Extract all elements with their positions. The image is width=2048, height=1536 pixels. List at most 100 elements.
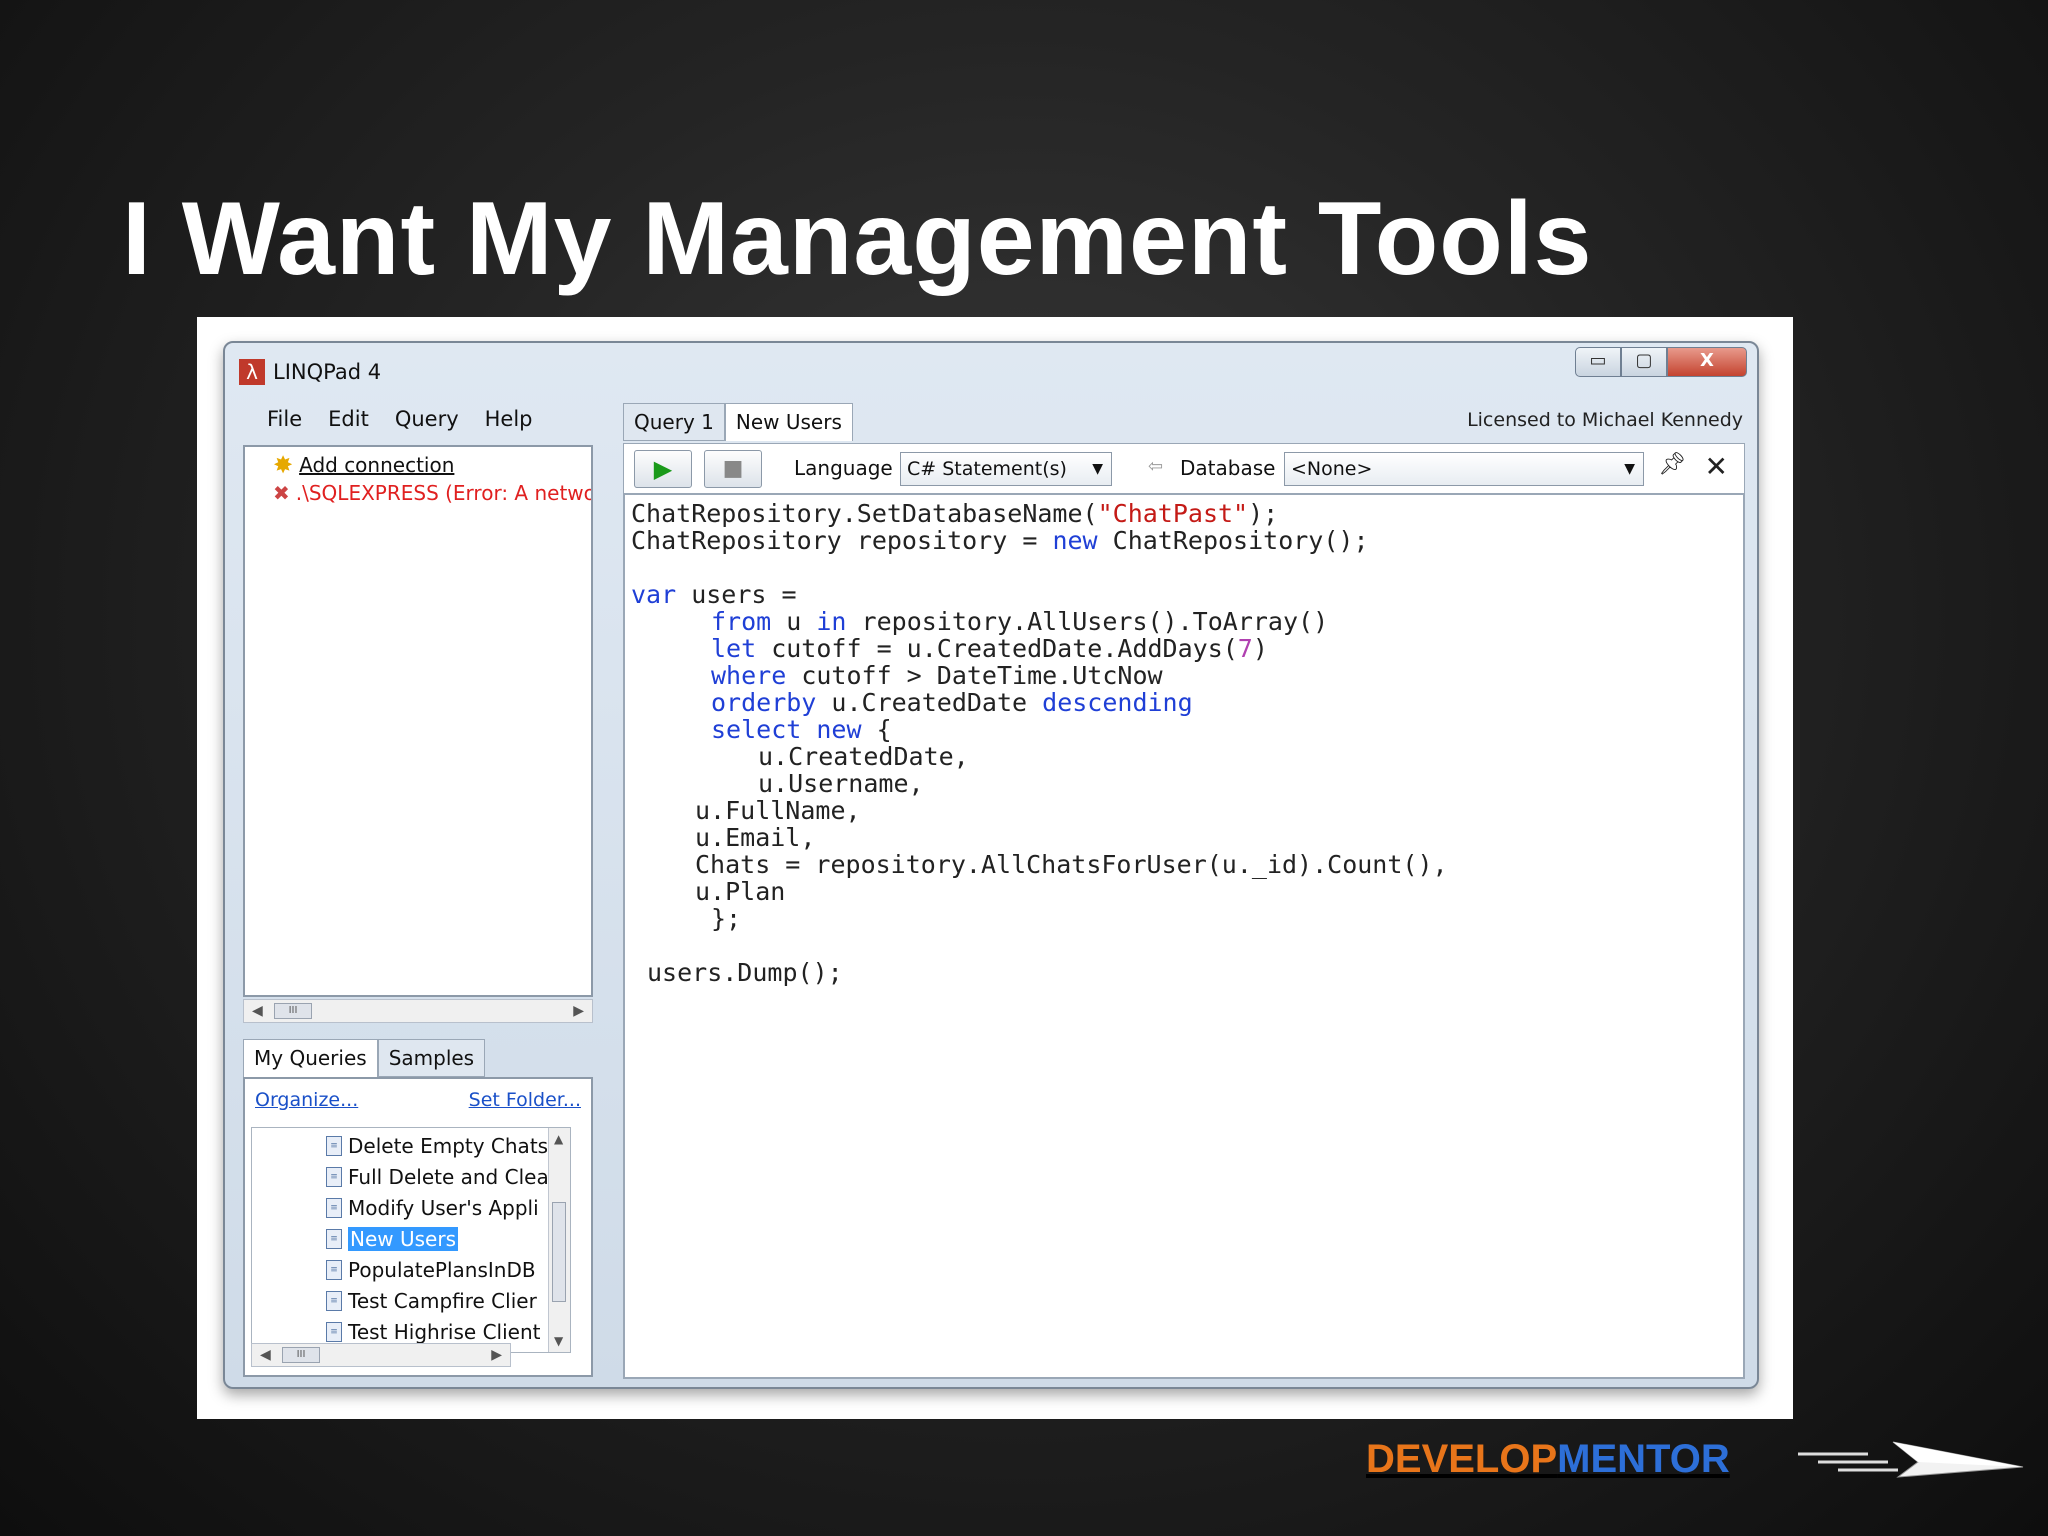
window-title: LINQPad 4 xyxy=(273,360,382,384)
query-item-label: PopulatePlansInDB xyxy=(348,1258,536,1282)
query-item-label: New Users xyxy=(348,1227,458,1251)
query-file-icon: ≡ xyxy=(326,1229,342,1249)
query-file-icon: ≡ xyxy=(326,1291,342,1311)
query-item-label: Delete Empty Chats xyxy=(348,1134,549,1158)
query-file-icon: ≡ xyxy=(326,1136,342,1156)
code-line: u.Email, xyxy=(695,823,816,852)
query-file-icon: ≡ xyxy=(326,1167,342,1187)
developmentor-logo: DEVELOPMENTOR xyxy=(1366,1437,1730,1482)
code-line: ChatRepository repository = new ChatRepo… xyxy=(631,526,1369,555)
query-item-label: Test Highrise Client xyxy=(348,1320,541,1344)
query-file-icon: ≡ xyxy=(326,1198,342,1218)
query-item-label: Test Campfire Clier xyxy=(348,1289,537,1313)
code-editor[interactable]: ChatRepository.SetDatabaseName("ChatPast… xyxy=(623,493,1745,1379)
tab-my-queries[interactable]: My Queries xyxy=(243,1039,378,1077)
code-line: orderby u.CreatedDate descending xyxy=(711,688,1193,717)
chevron-down-icon: ▼ xyxy=(1624,461,1635,477)
scroll-thumb[interactable]: III xyxy=(274,1003,312,1019)
window-controls: ▭ ▢ X xyxy=(1575,347,1747,377)
slide-title: I Want My Management Tools xyxy=(122,181,1593,297)
scroll-left-icon[interactable]: ◀ xyxy=(260,1347,271,1363)
tab-new-users[interactable]: New Users xyxy=(724,403,853,441)
add-connection-link[interactable]: Add connection xyxy=(299,453,454,477)
right-pane: Query 1 New Users Licensed to Michael Ke… xyxy=(619,399,1749,1379)
list-item[interactable]: ≡ Modify User's Appli xyxy=(326,1196,539,1220)
paper-plane-icon xyxy=(1798,1441,2024,1478)
connection-tree-hscrollbar[interactable]: ◀ III ▶ xyxy=(243,999,593,1023)
tab-query-1[interactable]: Query 1 xyxy=(623,403,725,441)
scroll-up-icon[interactable]: ▲ xyxy=(554,1132,563,1146)
list-item[interactable]: ≡ Full Delete and Clea xyxy=(326,1165,549,1189)
code-line: where cutoff > DateTime.UtcNow xyxy=(711,661,1163,690)
scroll-left-icon[interactable]: ◀ xyxy=(252,1003,263,1019)
language-select-value: C# Statement(s) xyxy=(907,458,1067,480)
my-queries-panel: Organize... Set Folder... ≡ Delete Empty … xyxy=(243,1077,593,1377)
query-list-hscrollbar[interactable]: ◀ III ▶ xyxy=(251,1343,511,1367)
database-select[interactable]: <None> ▼ xyxy=(1284,452,1644,486)
left-pane: File Edit Query Help ✸ Add connection ✖ … xyxy=(239,399,617,1379)
code-line: let cutoff = u.CreatedDate.AddDays(7) xyxy=(711,634,1268,663)
pin-icon[interactable]: 📌︎ xyxy=(1658,452,1686,477)
screenshot-frame: λ LINQPad 4 ▭ ▢ X File Edit Query Help ✸… xyxy=(197,317,1793,1419)
stop-button[interactable]: ■ xyxy=(704,450,762,488)
organize-link[interactable]: Organize... xyxy=(255,1089,358,1111)
connection-tree: ✸ Add connection ✖ .\SQLEXPRESS (Error: … xyxy=(243,445,593,997)
scroll-right-icon[interactable]: ▶ xyxy=(491,1347,502,1363)
code-line: u.Plan xyxy=(695,877,786,906)
maximize-button[interactable]: ▢ xyxy=(1621,347,1667,377)
title-bar: λ LINQPad 4 ▭ ▢ X xyxy=(225,343,1757,395)
menu-help[interactable]: Help xyxy=(475,403,543,435)
brand-mentor: MENTOR xyxy=(1557,1437,1730,1481)
set-folder-link[interactable]: Set Folder... xyxy=(469,1089,581,1111)
database-select-value: <None> xyxy=(1291,458,1373,480)
code-line: u.FullName, xyxy=(695,796,861,825)
scroll-thumb[interactable] xyxy=(552,1202,566,1302)
code-line: u.Username, xyxy=(758,769,924,798)
query-file-icon: ≡ xyxy=(326,1260,342,1280)
list-item[interactable]: ≡ Test Highrise Client xyxy=(326,1320,540,1344)
scroll-down-icon[interactable]: ▼ xyxy=(554,1334,563,1348)
database-label: Database xyxy=(1180,456,1276,480)
play-icon: ▶ xyxy=(653,455,673,483)
scroll-thumb[interactable]: III xyxy=(282,1347,320,1363)
close-window-button[interactable]: X xyxy=(1667,347,1747,377)
scroll-right-icon[interactable]: ▶ xyxy=(573,1003,584,1019)
editor-tabs: Query 1 New Users xyxy=(623,403,853,441)
code-line: users.Dump(); xyxy=(647,958,843,987)
query-file-icon: ≡ xyxy=(326,1322,342,1342)
menu-bar: File Edit Query Help xyxy=(239,399,617,439)
list-item-selected[interactable]: ≡ New Users xyxy=(326,1227,458,1251)
add-connection-icon: ✸ xyxy=(273,451,294,479)
query-toolbar: ▶ ■ Language C# Statement(s) ▼ ⇦ Databas… xyxy=(623,443,1745,493)
list-item[interactable]: ≡ Delete Empty Chats xyxy=(326,1134,548,1158)
menu-query[interactable]: Query xyxy=(385,403,469,435)
query-item-label: Full Delete and Clea xyxy=(348,1165,549,1189)
server-error-label: .\SQLEXPRESS (Error: A netwo xyxy=(295,481,593,505)
minimize-button[interactable]: ▭ xyxy=(1575,347,1621,377)
add-connection-row[interactable]: ✸ Add connection xyxy=(273,451,454,479)
list-item[interactable]: ≡ Test Campfire Clier xyxy=(326,1289,537,1313)
tab-samples[interactable]: Samples xyxy=(377,1039,486,1077)
server-connection-row[interactable]: ✖ .\SQLEXPRESS (Error: A netwo xyxy=(273,481,593,505)
stop-icon: ■ xyxy=(722,456,744,481)
query-list: ≡ Delete Empty Chats ≡ Full Delete and Cle… xyxy=(251,1127,571,1353)
linqpad-window: λ LINQPad 4 ▭ ▢ X File Edit Query Help ✸… xyxy=(223,341,1759,1389)
license-text: Licensed to Michael Kennedy xyxy=(1467,409,1743,431)
query-list-vscrollbar[interactable]: ▲ ▼ xyxy=(548,1128,570,1352)
database-error-icon: ✖ xyxy=(273,481,290,505)
run-button[interactable]: ▶ xyxy=(634,450,692,488)
language-select[interactable]: C# Statement(s) ▼ xyxy=(900,452,1112,486)
chevron-down-icon: ▼ xyxy=(1092,461,1103,477)
code-line: from u in repository.AllUsers().ToArray(… xyxy=(711,607,1329,636)
menu-file[interactable]: File xyxy=(257,403,312,435)
code-line: ChatRepository.SetDatabaseName("ChatPast… xyxy=(631,499,1279,528)
queries-tabs: My Queries Samples xyxy=(243,1039,486,1077)
language-label: Language xyxy=(794,456,893,480)
code-line: }; xyxy=(711,904,742,933)
close-icon[interactable]: ✕ xyxy=(1705,450,1728,483)
arrow-left-icon: ⇦ xyxy=(1148,456,1164,477)
menu-edit[interactable]: Edit xyxy=(318,403,379,435)
brand-develop: DEVELOP xyxy=(1366,1437,1558,1481)
code-line: u.CreatedDate, xyxy=(758,742,969,771)
list-item[interactable]: ≡ PopulatePlansInDB xyxy=(326,1258,536,1282)
